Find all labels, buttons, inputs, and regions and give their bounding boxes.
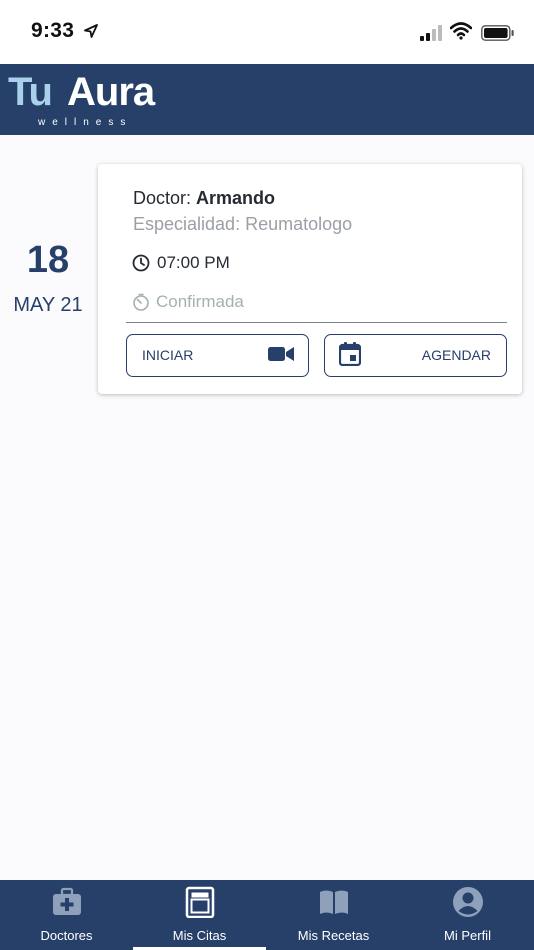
doctor-prefix: Doctor: (133, 188, 197, 208)
appointment-time: 07:00 PM (157, 253, 230, 272)
cellular-signal-icon (420, 25, 442, 41)
tab-label: Doctores (40, 928, 93, 943)
appointment-status: Confirmada (156, 292, 244, 311)
calendar-icon (339, 342, 361, 366)
account-circle-icon (452, 887, 483, 917)
tab-label: Mis Recetas (297, 928, 370, 943)
tab-mis-citas[interactable]: Mis Citas (133, 880, 266, 950)
bottom-tab-bar: Doctores Mis Citas Mis Recetas Mi Perfil (0, 880, 534, 950)
start-call-button[interactable]: INICIAR (126, 334, 309, 377)
document-icon (185, 886, 214, 918)
doctor-line: Doctor: Armando (133, 188, 275, 209)
schedule-label: AGENDAR (421, 347, 491, 363)
tab-label: Mi Perfil (444, 928, 491, 943)
appointment-date: 18 MAY 21 (0, 238, 96, 317)
appointment-month: MAY 21 (13, 294, 83, 316)
status-bar: 9:33 (0, 0, 534, 64)
timer-icon (133, 293, 149, 311)
brand-logo-tu: Tu (8, 70, 53, 114)
book-icon (319, 890, 348, 914)
wifi-icon (450, 22, 472, 40)
tab-mis-recetas[interactable]: Mis Recetas (267, 880, 400, 950)
medical-kit-icon (52, 887, 81, 915)
clock-icon (132, 254, 150, 272)
doctor-name: Armando (196, 188, 276, 208)
card-divider (126, 322, 507, 323)
appointment-day: 18 (26, 239, 70, 281)
location-arrow-icon (84, 24, 98, 38)
appointment-card: Doctor: Armando Especialidad: Reumatolog… (98, 164, 522, 394)
videocam-icon (268, 347, 294, 361)
battery-icon (481, 25, 514, 41)
tab-label: Mis Citas (172, 928, 227, 943)
appointment-time-row: 07:00 PM (132, 253, 230, 273)
brand-logo: Tu Aura wellness (8, 70, 178, 132)
doctor-specialty: Especialidad: Reumatologo (133, 214, 353, 234)
start-call-label: INICIAR (142, 347, 194, 363)
schedule-button[interactable]: AGENDAR (324, 334, 507, 377)
brand-logo-subtitle: wellness (38, 117, 133, 128)
brand-logo-aura: Aura (67, 70, 155, 114)
app-header: Tu Aura wellness (0, 64, 534, 135)
status-time: 9:33 (31, 19, 75, 42)
tab-doctores[interactable]: Doctores (0, 880, 133, 950)
tab-mi-perfil[interactable]: Mi Perfil (401, 880, 534, 950)
appointment-status-row: Confirmada (132, 292, 244, 312)
